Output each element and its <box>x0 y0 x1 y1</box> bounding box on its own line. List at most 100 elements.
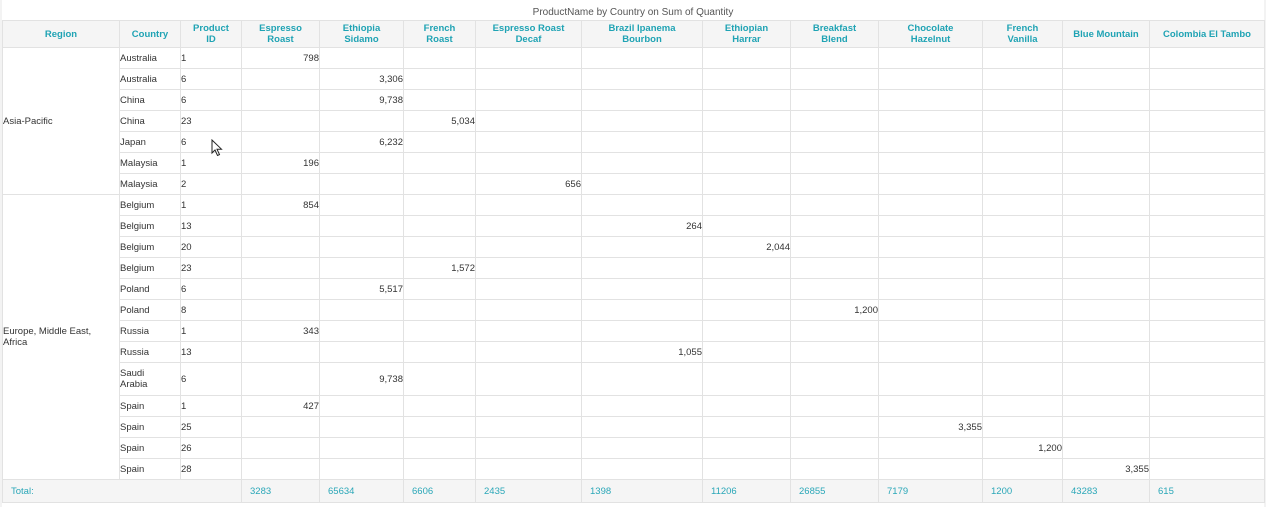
quantity-cell[interactable] <box>982 458 1063 480</box>
quantity-cell[interactable] <box>1062 236 1150 258</box>
quantity-cell[interactable] <box>982 416 1063 438</box>
quantity-cell[interactable] <box>790 68 879 90</box>
quantity-cell[interactable]: 3,355 <box>878 416 983 438</box>
quantity-cell[interactable] <box>241 89 320 111</box>
quantity-cell[interactable] <box>790 47 879 69</box>
quantity-cell[interactable] <box>1062 173 1150 195</box>
quantity-cell[interactable] <box>241 131 320 153</box>
quantity-cell[interactable] <box>241 257 320 279</box>
quantity-cell[interactable] <box>1062 299 1150 321</box>
quantity-cell[interactable] <box>878 362 983 396</box>
quantity-cell[interactable] <box>319 173 404 195</box>
quantity-cell[interactable] <box>1062 437 1150 459</box>
quantity-cell[interactable] <box>403 362 476 396</box>
quantity-cell[interactable] <box>1149 110 1265 132</box>
quantity-cell[interactable] <box>878 173 983 195</box>
country-cell[interactable]: Russia <box>119 341 181 363</box>
product-id-cell[interactable]: 6 <box>180 362 242 396</box>
column-header-product-8[interactable]: French Vanilla <box>982 20 1063 48</box>
quantity-cell[interactable] <box>1062 257 1150 279</box>
quantity-cell[interactable] <box>790 278 879 300</box>
quantity-cell[interactable] <box>581 152 703 174</box>
quantity-cell[interactable] <box>241 215 320 237</box>
product-id-cell[interactable]: 25 <box>180 416 242 438</box>
quantity-cell[interactable]: 1,572 <box>403 257 476 279</box>
quantity-cell[interactable] <box>790 236 879 258</box>
quantity-cell[interactable] <box>982 68 1063 90</box>
quantity-cell[interactable] <box>403 47 476 69</box>
quantity-cell[interactable] <box>475 194 582 216</box>
quantity-cell[interactable] <box>319 236 404 258</box>
column-header-product-7[interactable]: Chocolate Hazelnut <box>878 20 983 48</box>
quantity-cell[interactable] <box>790 194 879 216</box>
table-row[interactable]: Spain 28 3,355 <box>3 458 1265 480</box>
quantity-cell[interactable] <box>878 341 983 363</box>
quantity-cell[interactable] <box>475 278 582 300</box>
product-id-cell[interactable]: 8 <box>180 299 242 321</box>
quantity-cell[interactable]: 1,200 <box>790 299 879 321</box>
quantity-cell[interactable] <box>702 278 791 300</box>
country-cell[interactable]: Australia <box>119 47 181 69</box>
quantity-cell[interactable] <box>982 395 1063 417</box>
country-cell[interactable]: Malaysia <box>119 152 181 174</box>
quantity-cell[interactable] <box>319 458 404 480</box>
quantity-cell[interactable] <box>702 341 791 363</box>
quantity-cell[interactable] <box>702 152 791 174</box>
quantity-cell[interactable] <box>702 215 791 237</box>
quantity-cell[interactable] <box>319 110 404 132</box>
table-row[interactable]: Belgium 13 264 <box>3 215 1265 237</box>
quantity-cell[interactable] <box>982 299 1063 321</box>
quantity-cell[interactable] <box>403 458 476 480</box>
table-row[interactable]: Japan 6 6,232 <box>3 131 1265 153</box>
quantity-cell[interactable] <box>1062 68 1150 90</box>
quantity-cell[interactable] <box>1062 278 1150 300</box>
quantity-cell[interactable] <box>790 362 879 396</box>
quantity-cell[interactable] <box>790 320 879 342</box>
quantity-cell[interactable] <box>1149 278 1265 300</box>
quantity-cell[interactable] <box>878 89 983 111</box>
quantity-cell[interactable] <box>1149 131 1265 153</box>
country-cell[interactable]: Spain <box>119 395 181 417</box>
country-cell[interactable]: Spain <box>119 458 181 480</box>
table-row[interactable]: Malaysia 1 196 <box>3 152 1265 174</box>
quantity-cell[interactable] <box>702 257 791 279</box>
column-header-product-4[interactable]: Brazil Ipanema Bourbon <box>581 20 703 48</box>
country-cell[interactable]: Poland <box>119 278 181 300</box>
quantity-cell[interactable] <box>241 437 320 459</box>
quantity-cell[interactable] <box>319 416 404 438</box>
quantity-cell[interactable] <box>1149 152 1265 174</box>
column-header-product-5[interactable]: Ethiopian Harrar <box>702 20 791 48</box>
quantity-cell[interactable] <box>878 257 983 279</box>
quantity-cell[interactable] <box>1062 341 1150 363</box>
product-id-cell[interactable]: 1 <box>180 47 242 69</box>
quantity-cell[interactable] <box>319 257 404 279</box>
quantity-cell[interactable] <box>982 320 1063 342</box>
quantity-cell[interactable] <box>581 362 703 396</box>
quantity-cell[interactable] <box>581 236 703 258</box>
quantity-cell[interactable] <box>878 299 983 321</box>
quantity-cell[interactable] <box>1062 152 1150 174</box>
quantity-cell[interactable] <box>790 416 879 438</box>
quantity-cell[interactable] <box>581 299 703 321</box>
quantity-cell[interactable]: 427 <box>241 395 320 417</box>
quantity-cell[interactable] <box>403 437 476 459</box>
quantity-cell[interactable]: 5,034 <box>403 110 476 132</box>
quantity-cell[interactable] <box>1062 110 1150 132</box>
column-header-region[interactable]: Region <box>2 20 120 48</box>
quantity-cell[interactable] <box>1062 416 1150 438</box>
quantity-cell[interactable] <box>403 215 476 237</box>
quantity-cell[interactable] <box>982 194 1063 216</box>
quantity-cell[interactable] <box>581 47 703 69</box>
quantity-cell[interactable] <box>475 215 582 237</box>
table-row[interactable]: China 6 9,738 <box>3 89 1265 111</box>
country-cell[interactable]: Spain <box>119 416 181 438</box>
quantity-cell[interactable] <box>403 89 476 111</box>
quantity-cell[interactable] <box>241 68 320 90</box>
product-id-cell[interactable]: 26 <box>180 437 242 459</box>
quantity-cell[interactable] <box>241 341 320 363</box>
quantity-cell[interactable] <box>1149 320 1265 342</box>
quantity-cell[interactable] <box>1149 341 1265 363</box>
quantity-cell[interactable]: 343 <box>241 320 320 342</box>
country-cell[interactable]: Australia <box>119 68 181 90</box>
quantity-cell[interactable]: 6,232 <box>319 131 404 153</box>
